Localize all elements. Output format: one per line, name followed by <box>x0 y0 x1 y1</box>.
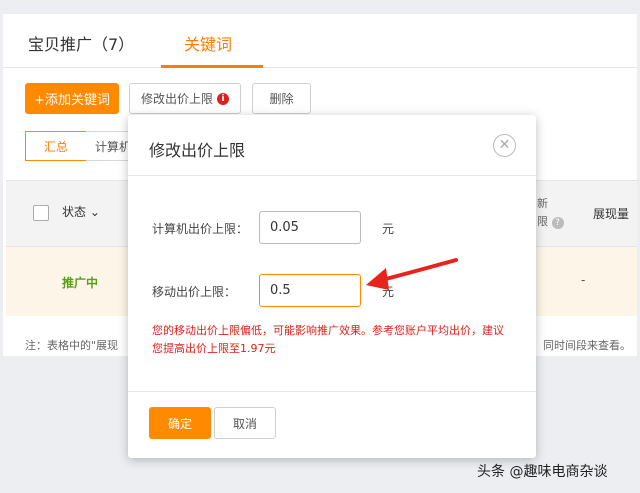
select-all-checkbox[interactable] <box>33 205 49 221</box>
dialog-divider-bottom <box>128 391 536 392</box>
mobile-limit-input[interactable] <box>259 274 361 307</box>
confirm-button[interactable]: 确定 <box>149 407 211 439</box>
close-icon[interactable]: ✕ <box>493 134 516 157</box>
footnote-left: 注：表格中的"展现 <box>25 339 119 352</box>
dialog-title: 修改出价上限 <box>149 141 246 160</box>
row-status: 推广中 <box>62 276 99 290</box>
status-header-label: 状态 <box>62 205 87 219</box>
info-icon: i <box>217 92 229 105</box>
segment-summary[interactable]: 汇总 <box>25 131 87 161</box>
pc-unit: 元 <box>382 222 395 236</box>
cancel-button[interactable]: 取消 <box>214 407 276 439</box>
edit-bid-limit-dialog: 修改出价上限 ✕ 计算机出价上限： 元 移动出价上限： 元 您的移动出价上限偏低… <box>128 115 536 458</box>
partial-column-header: 新 限 ? <box>537 195 564 231</box>
edit-bid-limit-label: 修改出价上限 <box>140 92 213 106</box>
chevron-down-icon: ⌄ <box>89 205 100 219</box>
tab-bar: 宝贝推广（7） 关键词 <box>3 14 637 68</box>
edit-bid-limit-button[interactable]: 修改出价上限 i <box>129 83 241 114</box>
active-tab-indicator <box>161 65 263 68</box>
dialog-divider-top <box>128 175 536 176</box>
row-impressions: - <box>581 273 586 287</box>
tab-keywords[interactable]: 关键词 <box>184 31 232 55</box>
add-keyword-button[interactable]: +添加关键词 <box>25 83 119 114</box>
watermark-text: 头条 @趣味电商杂谈 <box>477 464 608 480</box>
mobile-limit-label: 移动出价上限： <box>152 285 237 299</box>
status-column-header[interactable]: 状态 ⌄ <box>62 203 100 220</box>
partial-column-label: 新 限 <box>537 197 548 228</box>
low-bid-warning: 您的移动出价上限偏低，可能影响推广效果。参考您账户平均出价，建议您提高出价上限至… <box>152 324 504 355</box>
pc-limit-label: 计算机出价上限： <box>152 222 249 236</box>
pc-limit-input[interactable] <box>259 211 361 244</box>
impressions-column-header[interactable]: 展现量 <box>593 205 629 222</box>
tab-item-promotion[interactable]: 宝贝推广（7） <box>28 31 134 55</box>
delete-button[interactable]: 删除 <box>252 83 311 114</box>
footnote-right: 同时间段来查看。 <box>543 339 631 352</box>
mobile-unit: 元 <box>382 285 395 299</box>
help-icon: ? <box>551 217 564 229</box>
